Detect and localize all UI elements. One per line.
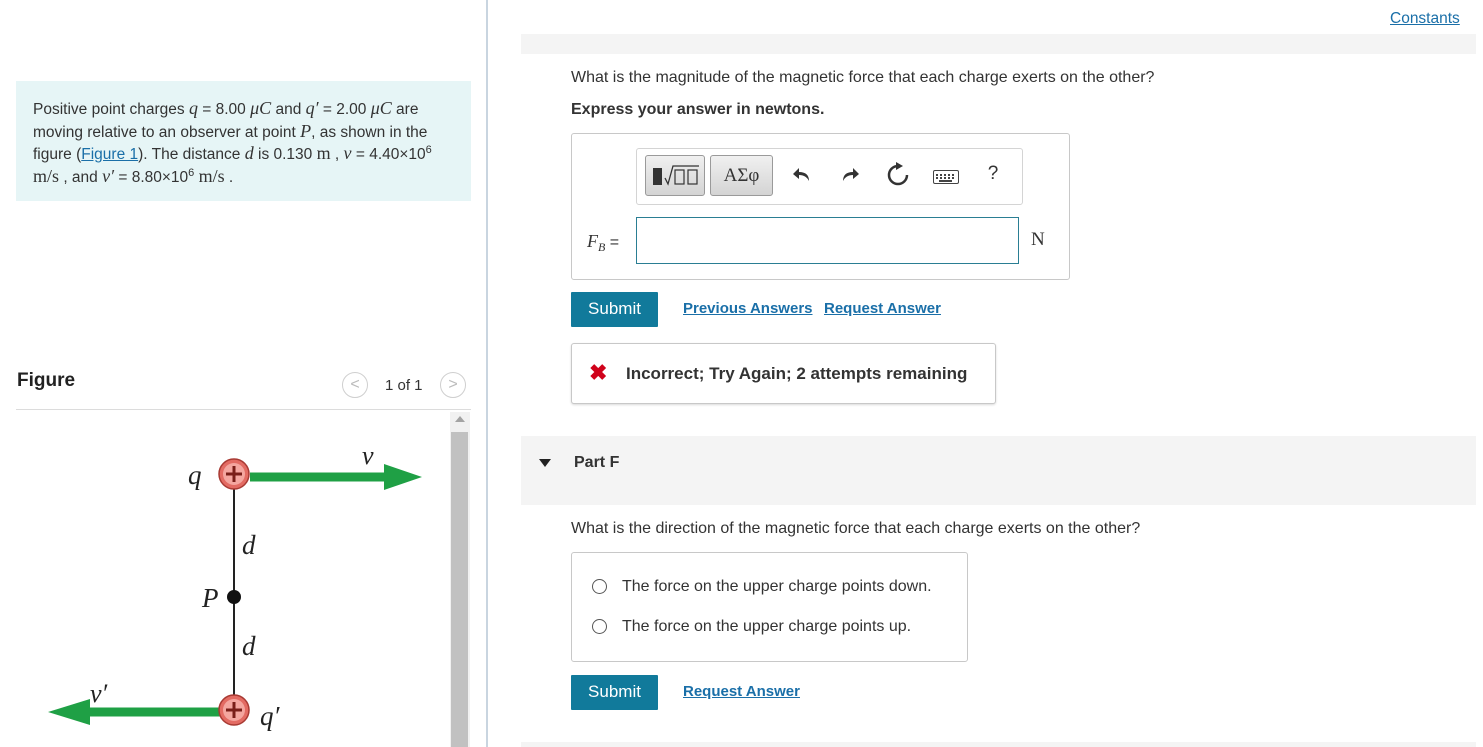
- part-e-header-band: [521, 34, 1476, 54]
- problem-statement: Positive point charges q = 8.00 μC and q…: [16, 81, 471, 201]
- figure-count: 1 of 1: [385, 377, 423, 394]
- unit-uC-2: μC: [370, 98, 392, 118]
- label-q-prime: q′: [260, 701, 281, 731]
- symbol-q-prime: q′: [305, 98, 319, 118]
- velocity-vp-arrowhead: [48, 699, 90, 725]
- part-f-question: What is the direction of the magnetic fo…: [571, 520, 1141, 537]
- symbol-P: P: [300, 120, 312, 141]
- caret-down-icon[interactable]: [539, 459, 551, 467]
- unit-uC-1: μC: [250, 98, 272, 118]
- greek-symbols-button[interactable]: ΑΣφ: [710, 155, 773, 196]
- part-e-request-answer-link[interactable]: Request Answer: [824, 300, 941, 317]
- templates-icon: [653, 165, 699, 186]
- chevron-right-icon: >: [448, 376, 458, 393]
- charge-q-prime-plus-icon: [218, 694, 250, 726]
- chevron-left-icon: <: [350, 376, 360, 393]
- point-P-dot: [227, 590, 241, 604]
- part-f-title[interactable]: Part F: [574, 454, 619, 472]
- redo-button[interactable]: [838, 164, 862, 190]
- label-d-lower: d: [242, 631, 256, 661]
- part-e-instruction: Express your answer in newtons.: [571, 101, 825, 118]
- symbol-d: d: [244, 143, 254, 163]
- figure-prev-button[interactable]: <: [342, 372, 368, 398]
- part-f-submit-button[interactable]: Submit: [571, 675, 658, 710]
- symbol-q: q: [188, 98, 198, 118]
- help-button[interactable]: ?: [983, 163, 1003, 185]
- symbol-v: v: [343, 143, 352, 163]
- unit-m: m: [316, 143, 331, 163]
- unit-ms-2: m/s: [198, 165, 225, 186]
- unit-newtons: N: [1031, 229, 1045, 250]
- figure-link[interactable]: Figure 1: [81, 146, 138, 163]
- incorrect-x-icon: ✖: [589, 360, 608, 385]
- undo-icon: [793, 168, 809, 181]
- label-d-upper: d: [242, 530, 256, 560]
- keyboard-button[interactable]: [933, 170, 959, 184]
- part-e-submit-button[interactable]: Submit: [571, 292, 658, 327]
- part-f-request-answer-link[interactable]: Request Answer: [683, 683, 800, 700]
- undo-button[interactable]: [790, 164, 814, 190]
- previous-answers-link[interactable]: Previous Answers: [683, 300, 813, 317]
- reset-icon: [887, 162, 909, 186]
- templates-button[interactable]: [645, 155, 705, 196]
- fb-answer-input[interactable]: [636, 217, 1019, 264]
- label-P: P: [201, 583, 219, 613]
- part-e-question: What is the magnitude of the magnetic fo…: [571, 69, 1155, 86]
- label-v-prime: v′: [90, 679, 108, 708]
- part-f-header-band[interactable]: [521, 436, 1476, 505]
- figure-title: Figure: [17, 370, 76, 391]
- reset-button[interactable]: [884, 162, 912, 194]
- constants-link[interactable]: Constants: [1390, 10, 1460, 28]
- option-radio-down[interactable]: [592, 579, 607, 594]
- option-radio-up[interactable]: [592, 619, 607, 634]
- option-label-up[interactable]: The force on the upper charge points up.: [622, 618, 911, 636]
- options-box: [571, 552, 968, 662]
- label-q: q: [188, 460, 202, 490]
- physics-figure: q v d P d v′ q′: [48, 441, 422, 731]
- fb-label: FB =: [587, 231, 620, 255]
- scroll-up-arrow-icon[interactable]: [455, 416, 465, 422]
- feedback-text: Incorrect; Try Again; 2 attempts remaini…: [626, 364, 968, 383]
- unit-ms-1: m/s: [33, 165, 60, 186]
- figure-scroll-thumb[interactable]: [451, 432, 468, 747]
- figure-divider: [16, 409, 471, 410]
- velocity-v-arrowhead: [384, 464, 422, 490]
- label-v: v: [362, 441, 374, 470]
- symbol-v-prime: v′: [102, 165, 115, 186]
- charge-q-plus-icon: [218, 458, 250, 490]
- keyboard-icon: [936, 174, 954, 182]
- panel-divider: [486, 0, 488, 747]
- option-label-down[interactable]: The force on the upper charge points dow…: [622, 578, 932, 596]
- next-part-band: [521, 742, 1476, 747]
- redo-icon: [843, 168, 859, 181]
- figure-next-button[interactable]: >: [440, 372, 466, 398]
